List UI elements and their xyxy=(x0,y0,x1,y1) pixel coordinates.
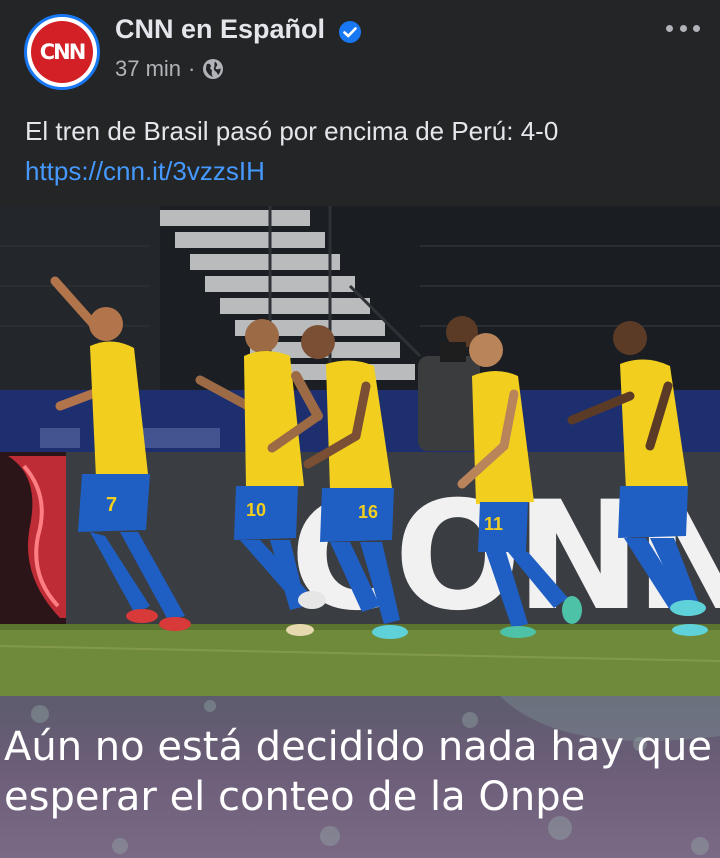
more-options-icon[interactable] xyxy=(666,18,700,38)
post-link[interactable]: https://cnn.it/3vzzsIH xyxy=(25,156,265,187)
page-avatar[interactable]: CNN xyxy=(24,14,100,90)
jersey-number: 16 xyxy=(358,502,378,522)
cnn-logo: CNN xyxy=(31,21,93,83)
verified-icon xyxy=(339,21,361,43)
jersey-number: 10 xyxy=(246,500,266,520)
meme-caption: Aún no está decidido nada hay que espera… xyxy=(4,722,716,822)
post-text: El tren de Brasil pasó por encima de Per… xyxy=(25,116,559,146)
jersey-number: 7 xyxy=(106,494,117,516)
post-meta: 37 min · xyxy=(115,56,224,82)
caption-line-2: esperar el conteo de la Onpe xyxy=(4,774,586,820)
globe-icon xyxy=(203,59,224,79)
meta-separator: · xyxy=(188,56,196,81)
caption-line-1: Aún no está decidido nada hay que xyxy=(4,724,712,770)
football-celebration-image: CONN 7 10 xyxy=(0,206,720,696)
post-header: CNN CNN en Español 37 min · El tren de B… xyxy=(0,0,720,206)
page-name[interactable]: CNN en Español xyxy=(115,14,325,45)
post-photo[interactable]: CONN 7 10 xyxy=(0,206,720,696)
jersey-number: 11 xyxy=(484,514,503,534)
caption-area: Aún no está decidido nada hay que espera… xyxy=(0,696,720,858)
post-time[interactable]: 37 min xyxy=(115,56,181,82)
